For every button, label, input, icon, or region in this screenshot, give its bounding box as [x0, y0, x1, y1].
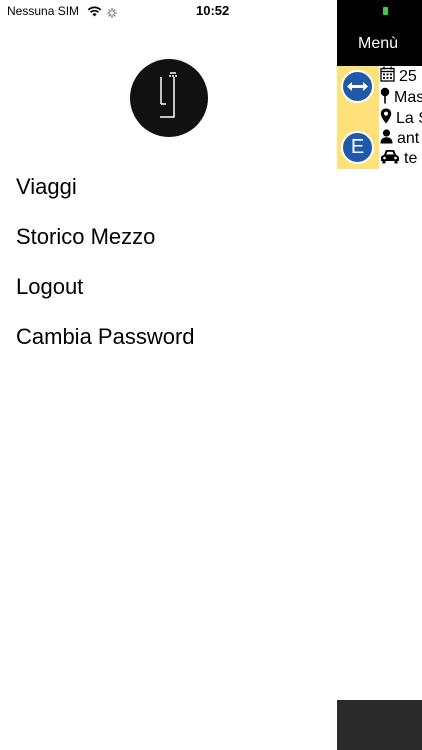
trip-destination: La S: [396, 109, 422, 127]
two-way-arrow-sign-icon: [341, 70, 374, 103]
loading-spinner-icon: [107, 5, 117, 23]
trip-date: 25: [399, 67, 417, 85]
background-screen[interactable]: Menù E 25 Mas La ant te: [337, 0, 422, 750]
menu-item-viaggi[interactable]: Viaggi: [16, 172, 195, 222]
calendar-icon: [380, 66, 395, 87]
header-title: Menù: [358, 35, 399, 52]
trip-vehicle-line: te: [380, 148, 417, 169]
menu-item-storico-mezzo[interactable]: Storico Mezzo: [16, 222, 195, 272]
user-icon: [380, 128, 393, 149]
trip-vehicle: te: [404, 149, 418, 167]
menu-item-cambia-password[interactable]: Cambia Password: [16, 322, 195, 372]
trip-departure-line: Mas: [380, 87, 422, 108]
trip-status-sign: E: [341, 131, 374, 164]
brand-logo-icon: [130, 59, 208, 137]
pin-icon: [380, 87, 390, 109]
carrier-label: Nessuna SIM: [7, 4, 80, 18]
map-marker-icon: [380, 108, 392, 129]
background-tab-bar: [337, 700, 422, 750]
menu-item-logout[interactable]: Logout: [16, 272, 195, 322]
car-icon: [380, 149, 400, 169]
battery-icon: [383, 7, 388, 15]
trip-person-line: ant: [380, 128, 419, 149]
wifi-icon: [87, 4, 102, 22]
status-bar: Nessuna SIM 10:52: [0, 0, 338, 22]
background-header: Menù: [337, 0, 422, 66]
trip-person: ant: [397, 129, 420, 147]
trip-date-line: 25: [380, 66, 417, 87]
side-menu-list: Viaggi Storico Mezzo Logout Cambia Passw…: [16, 172, 195, 372]
trip-departure: Mas: [394, 88, 422, 106]
trip-destination-line: La S: [380, 108, 422, 129]
status-time: 10:52: [196, 3, 230, 18]
